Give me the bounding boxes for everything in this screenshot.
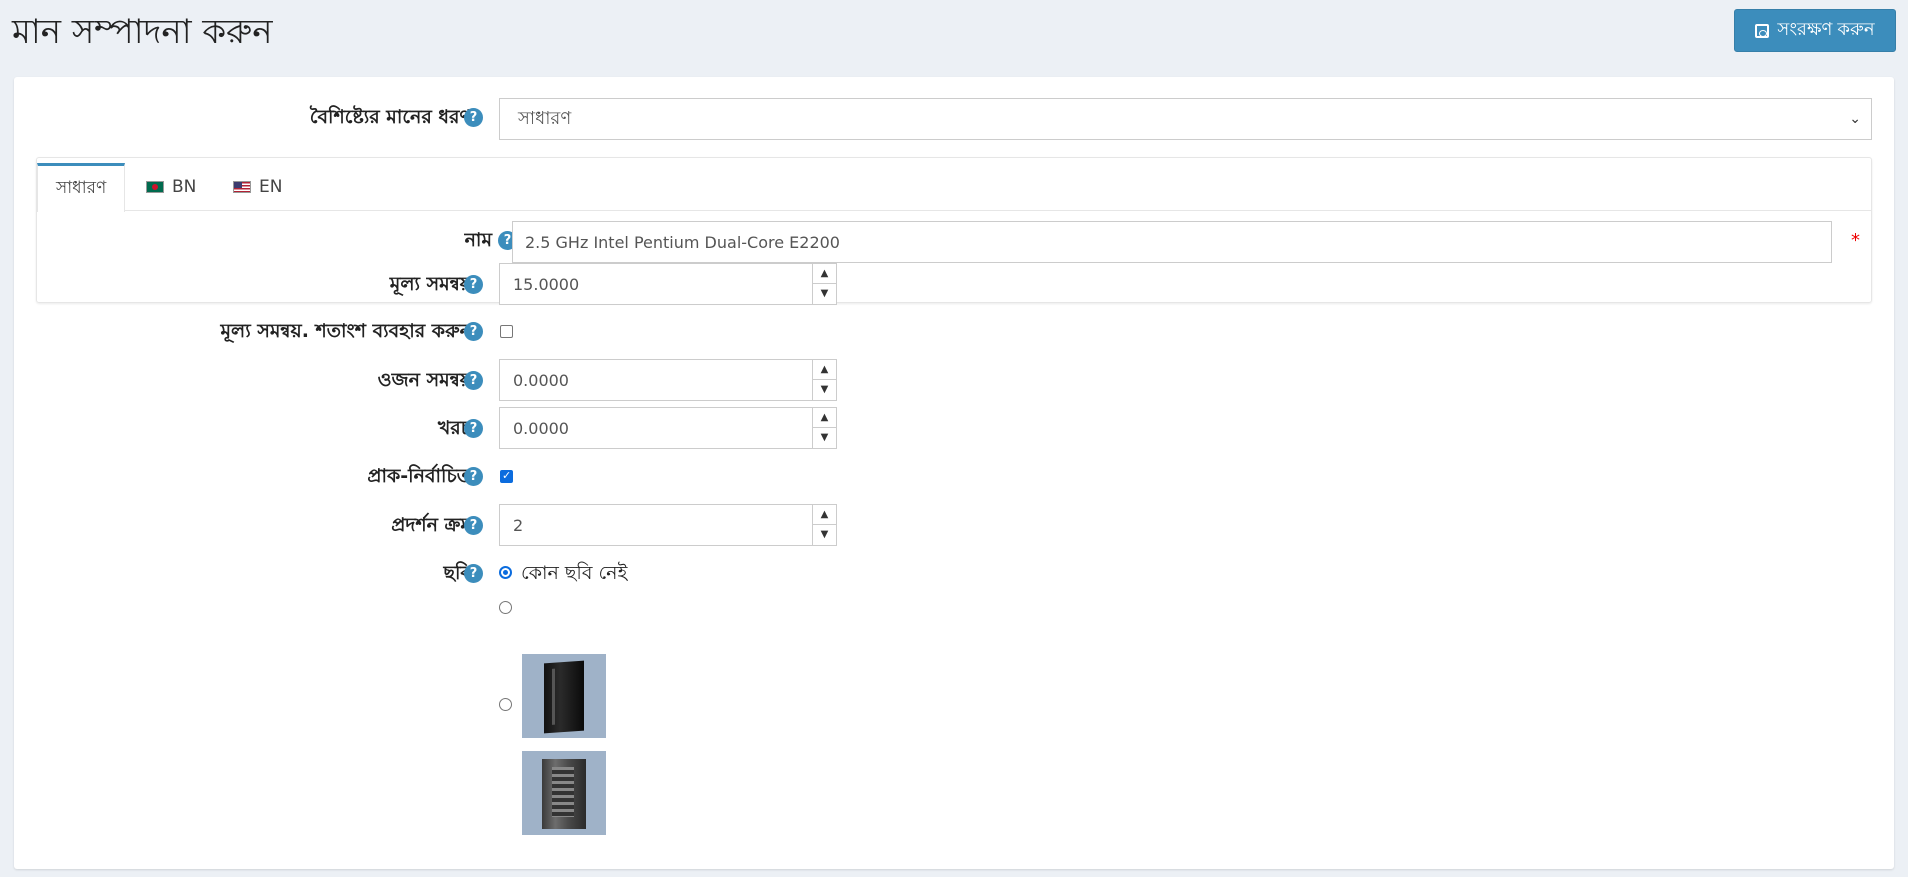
us-flag-icon [233, 181, 251, 193]
price-adjustment-percentage-checkbox[interactable] [500, 325, 513, 338]
pre-selected-label: প্রাক-নির্বাচিত [367, 465, 471, 487]
pre-selected-checkbox[interactable] [500, 469, 513, 483]
no-picture-label: কোন ছবি নেই [521, 562, 628, 584]
help-icon[interactable]: ? [464, 108, 483, 127]
required-asterisk: * [1851, 230, 1860, 251]
weight-adjustment-label: ওজন সমন্বয় [377, 369, 471, 391]
number-spinner[interactable]: ▲ ▼ [812, 264, 836, 304]
edit-value-card: বৈশিষ্ট্যের মানের ধরণ ? সাধারণ ⌄ সাধারণ … [14, 77, 1894, 869]
tab-bar: সাধারণ BN EN [37, 158, 1871, 212]
display-order-label: প্রদর্শন ক্রম [391, 514, 471, 536]
name-label: নাম [464, 229, 492, 251]
help-icon[interactable]: ? [464, 564, 483, 583]
cost-value: 0.0000 [513, 418, 569, 438]
spin-up-icon[interactable]: ▲ [813, 264, 836, 284]
spin-down-icon[interactable]: ▼ [813, 428, 836, 448]
bangladesh-flag-icon [146, 181, 164, 193]
help-icon[interactable]: ? [464, 419, 483, 438]
help-icon[interactable]: ? [464, 467, 483, 486]
attribute-value-type-selected: সাধারণ [518, 107, 572, 129]
cost-input[interactable]: 0.0000 ▲ ▼ [499, 407, 837, 449]
number-spinner[interactable]: ▲ ▼ [812, 505, 836, 545]
tab-en[interactable]: EN [215, 163, 300, 211]
price-adjustment-value: 15.0000 [513, 274, 580, 294]
help-icon[interactable]: ? [464, 371, 483, 390]
number-spinner[interactable]: ▲ ▼ [812, 360, 836, 400]
black-server-cabinet-image [544, 660, 584, 734]
attribute-value-type-label: বৈশিষ্ট্যের মানের ধরণ [309, 106, 471, 128]
tab-standard-label: সাধারণ [56, 178, 107, 198]
picture-radio-option[interactable] [499, 601, 512, 614]
help-icon[interactable]: ? [464, 322, 483, 341]
spin-up-icon[interactable]: ▲ [813, 360, 836, 380]
tab-standard[interactable]: সাধারণ [37, 163, 126, 212]
floppy-disk-icon [1755, 23, 1770, 38]
picture-radio-none[interactable] [499, 566, 512, 579]
localized-tabs-panel: সাধারণ BN EN নাম ? 2.5 GHz Intel Pentium… [36, 157, 1872, 303]
display-order-value: 2 [513, 515, 524, 535]
picture-radio-option[interactable] [499, 698, 512, 711]
tab-en-label: EN [259, 177, 283, 197]
server-cabinet-thumbnail[interactable] [522, 654, 606, 738]
open-server-cabinet-image [542, 759, 586, 829]
spin-down-icon[interactable]: ▼ [813, 525, 836, 545]
save-button[interactable]: সংরক্ষণ করুন [1734, 9, 1896, 52]
price-adjustment-percentage-label: মূল্য সমন্বয়. শতাংশ ব্যবহার করুন [220, 320, 471, 342]
display-order-input[interactable]: 2 ▲ ▼ [499, 504, 837, 546]
chevron-down-icon: ⌄ [1849, 111, 1861, 127]
open-server-cabinet-thumbnail[interactable] [522, 751, 606, 835]
spin-down-icon[interactable]: ▼ [813, 380, 836, 400]
tab-bn-label: BN [172, 177, 197, 197]
help-icon[interactable]: ? [464, 275, 483, 294]
spin-down-icon[interactable]: ▼ [813, 284, 836, 304]
attribute-value-type-select[interactable]: সাধারণ ⌄ [499, 98, 1872, 140]
tab-bn[interactable]: BN [128, 163, 214, 211]
spin-up-icon[interactable]: ▲ [813, 505, 836, 525]
weight-adjustment-value: 0.0000 [513, 370, 569, 390]
price-adjustment-label: মূল্য সমন্বয় [389, 273, 471, 295]
price-adjustment-input[interactable]: 15.0000 ▲ ▼ [499, 263, 837, 305]
number-spinner[interactable]: ▲ ▼ [812, 408, 836, 448]
help-icon[interactable]: ? [464, 516, 483, 535]
spin-up-icon[interactable]: ▲ [813, 408, 836, 428]
page-title: মান সম্পাদনা করুন [12, 12, 273, 52]
name-input[interactable]: 2.5 GHz Intel Pentium Dual-Core E2200 [512, 221, 1832, 263]
weight-adjustment-input[interactable]: 0.0000 ▲ ▼ [499, 359, 837, 401]
save-button-label: সংরক্ষণ করুন [1777, 19, 1875, 39]
